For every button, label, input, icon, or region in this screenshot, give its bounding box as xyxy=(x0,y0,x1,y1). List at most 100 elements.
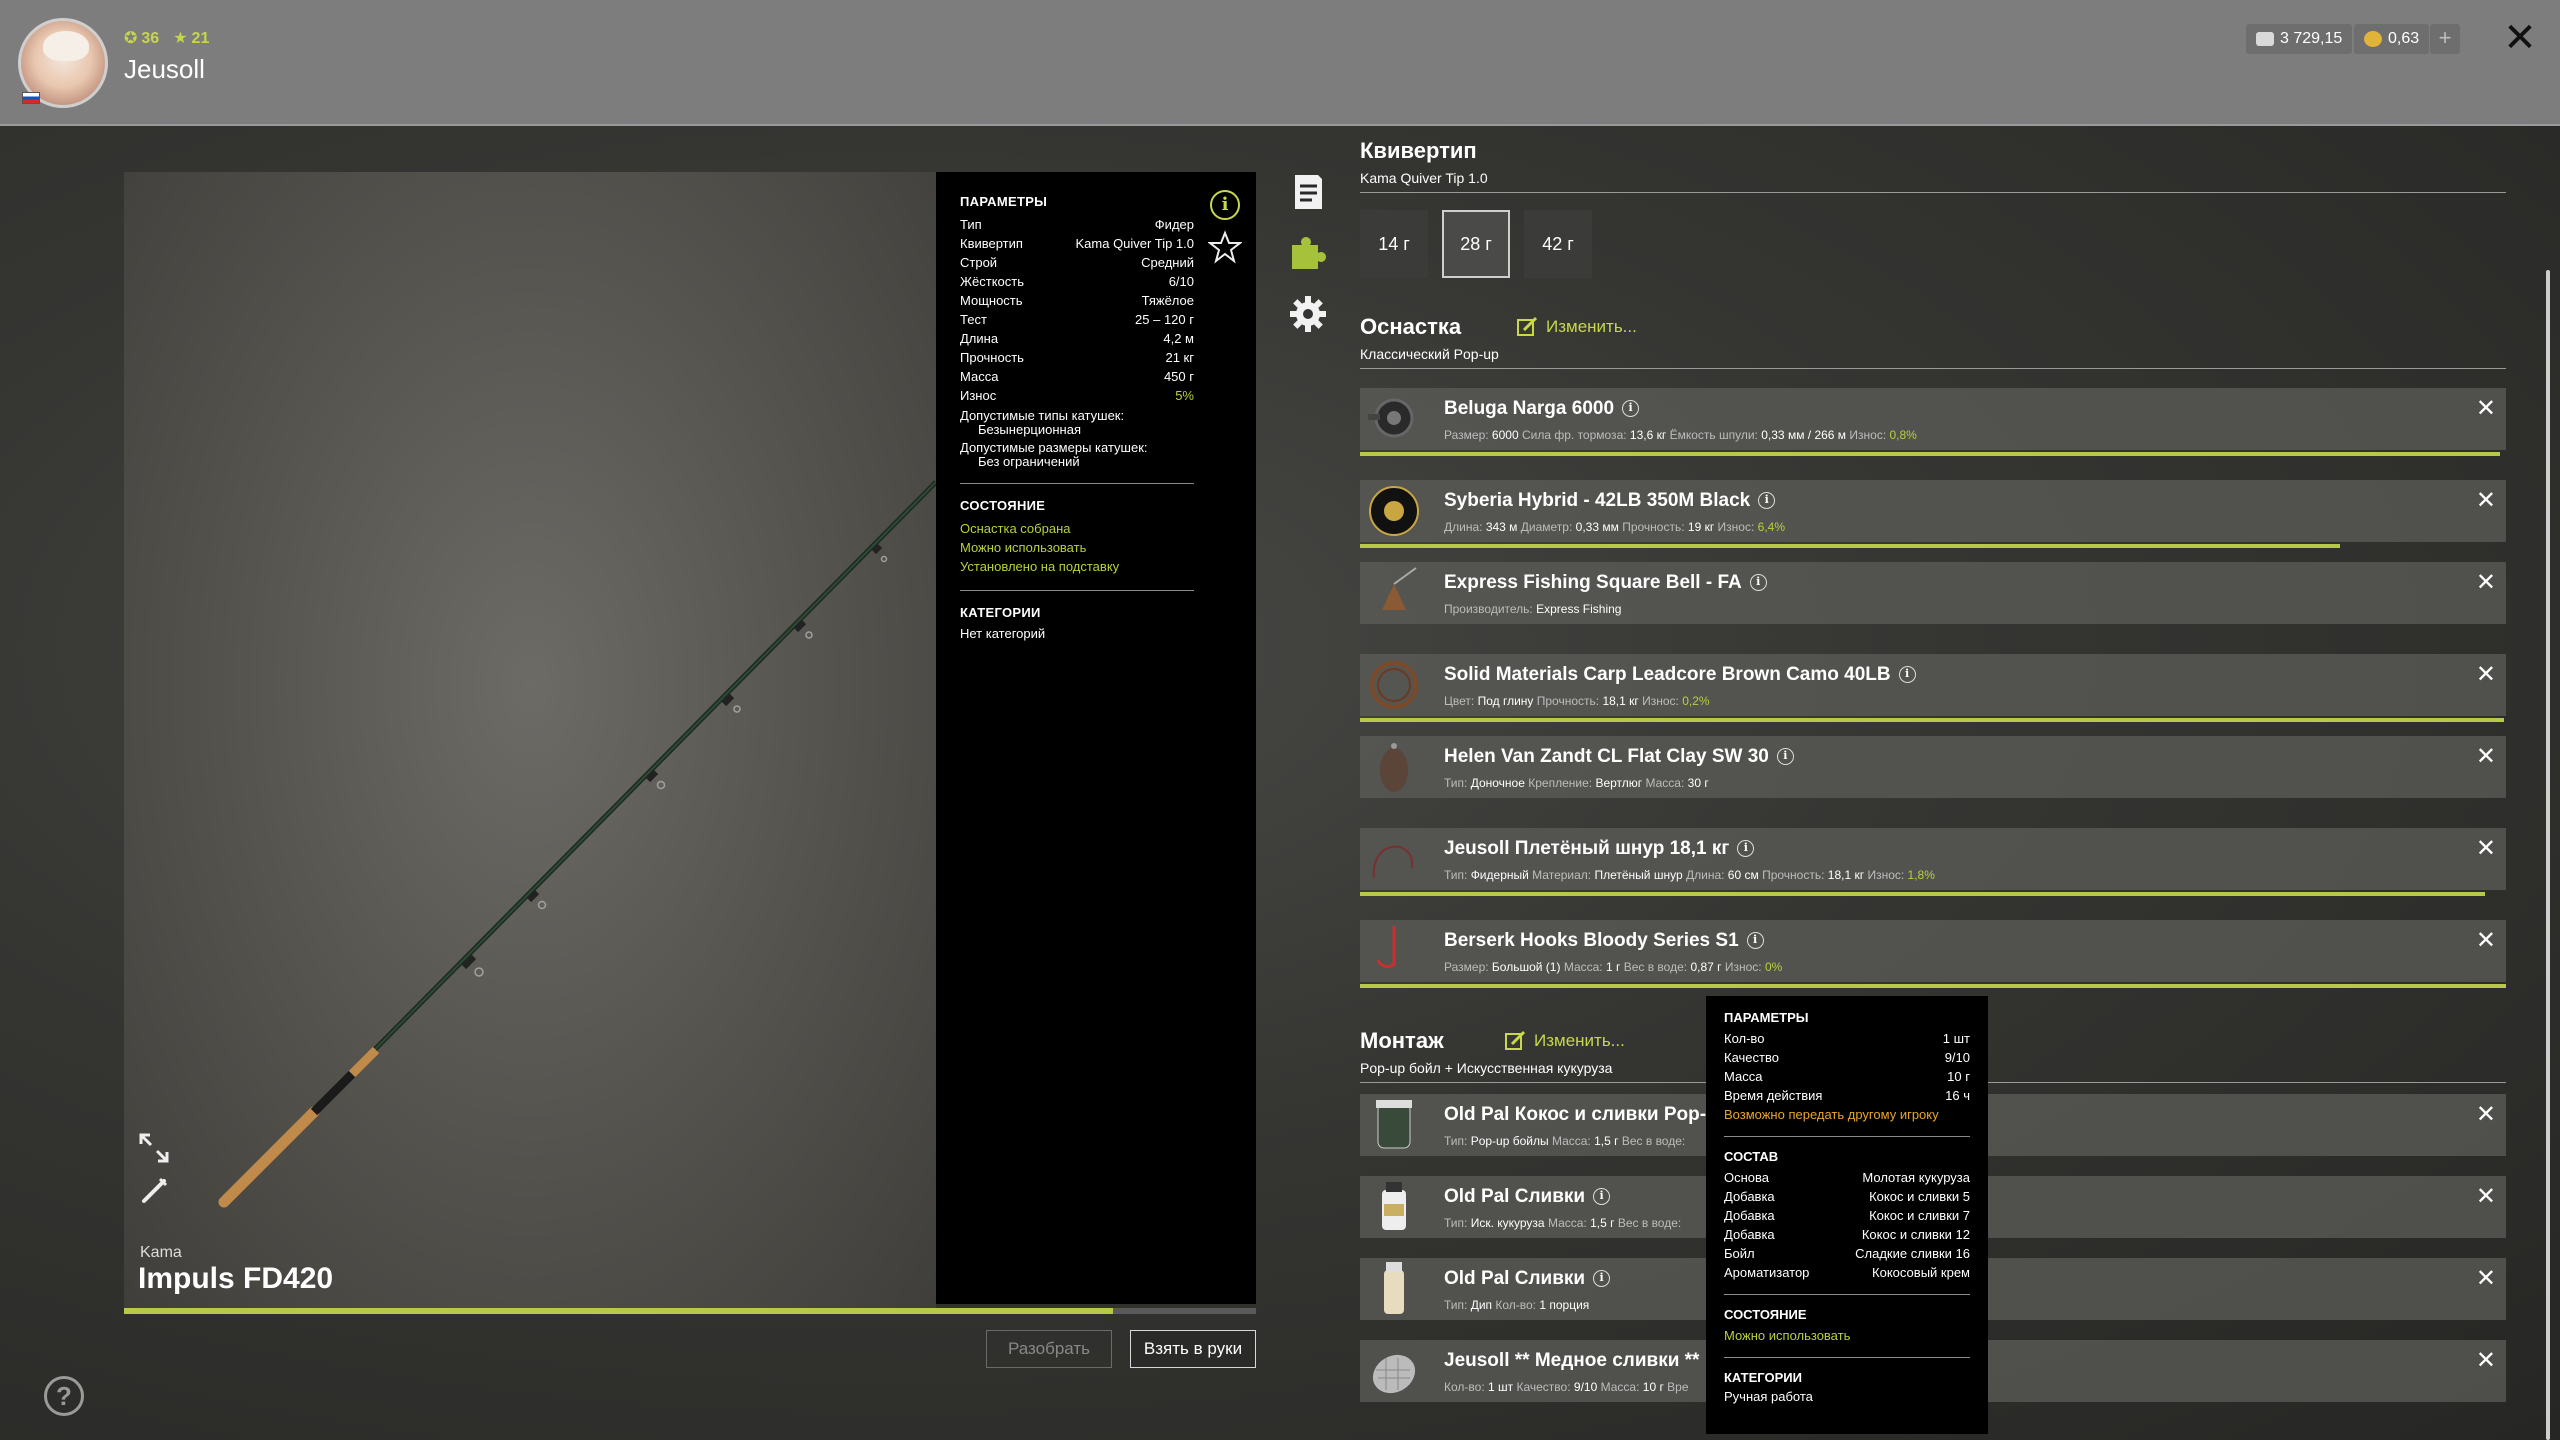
brush-icon[interactable] xyxy=(138,1174,170,1206)
montage-subtitle: Pop-up бойл + Искусственная кукуруза xyxy=(1360,1060,1613,1076)
param-row: Износ 5% xyxy=(960,386,1194,405)
info-icon[interactable]: i xyxy=(1593,1270,1611,1288)
info-icon[interactable]: i xyxy=(1749,574,1767,592)
detail-label: Износ: xyxy=(1724,960,1762,974)
info-icon[interactable]: i xyxy=(1898,666,1916,684)
item-details: Длина: 343 м Диаметр: 0,33 мм Прочность:… xyxy=(1444,520,1785,534)
detail-value: 1,5 г xyxy=(1590,1216,1615,1230)
puzzle-icon[interactable] xyxy=(1288,233,1328,273)
rod-preview[interactable] xyxy=(124,172,936,1312)
info-icon[interactable]: i xyxy=(1593,1188,1611,1206)
detail-label: Цвет: xyxy=(1444,694,1475,708)
tackle-item[interactable]: Solid Materials Carp Leadcore Brown Camo… xyxy=(1360,654,2506,722)
close-icon[interactable]: ✕ xyxy=(2476,1264,2496,1293)
info-icon[interactable]: i xyxy=(1737,840,1755,858)
info-icon[interactable]: i xyxy=(1210,190,1240,220)
detail-label: Тип: xyxy=(1444,776,1468,790)
scrollbar[interactable] xyxy=(2546,270,2550,1440)
param-key: Мощность xyxy=(960,293,1023,308)
item-name: Old Pal Сливки i xyxy=(1444,1268,1611,1290)
item-name-text: Old Pal Кокос и сливки Pop-Up xyxy=(1444,1104,1732,1125)
tooltip-row: Бойл Сладкие сливки 16 xyxy=(1724,1244,1970,1263)
edit-icon xyxy=(1517,316,1538,336)
detail-value: Дип xyxy=(1470,1298,1493,1312)
close-icon[interactable]: ✕ xyxy=(2500,18,2540,58)
tackle-item[interactable]: Syberia Hybrid - 42LB 350M Black i Длина: … xyxy=(1360,480,2506,548)
item-name-text: Express Fishing Square Bell - FA xyxy=(1444,572,1742,593)
close-icon[interactable]: ✕ xyxy=(2476,1100,2496,1129)
sinker-icon xyxy=(1360,736,1428,798)
close-icon[interactable]: ✕ xyxy=(2476,660,2496,689)
detail-value: 1 г xyxy=(1605,960,1621,974)
gear-icon[interactable] xyxy=(1288,294,1328,334)
close-icon[interactable]: ✕ xyxy=(2476,486,2496,515)
bell-icon xyxy=(1360,562,1428,624)
reel-sizes-label: Допустимые размеры катушек: xyxy=(960,440,1148,455)
quiver-option-42[interactable]: 42 г xyxy=(1524,210,1592,278)
close-icon[interactable]: ✕ xyxy=(2476,834,2496,863)
item-details: Тип: Иск. кукуруза Масса: 1,5 г Вес в во… xyxy=(1444,1216,1681,1230)
expand-icon[interactable] xyxy=(138,1132,170,1164)
quiver-option-14[interactable]: 14 г xyxy=(1360,210,1428,278)
help-icon[interactable]: ? xyxy=(44,1376,84,1416)
param-key: Жёсткость xyxy=(960,274,1024,289)
disassemble-button[interactable]: Разобрать xyxy=(986,1330,1112,1368)
detail-label: Длина: xyxy=(1444,520,1483,534)
param-key: Износ xyxy=(960,388,997,403)
gold-balance[interactable]: 0,63 xyxy=(2354,24,2430,54)
detail-value: Фидерный xyxy=(1470,868,1529,882)
montage-change-link[interactable]: Изменить... xyxy=(1504,1030,1625,1052)
state-item: Оснастка собрана xyxy=(960,521,1071,536)
info-icon[interactable]: i xyxy=(1758,492,1776,510)
notes-icon[interactable] xyxy=(1288,172,1328,212)
detail-label: Ёмкость шпули: xyxy=(1669,428,1758,442)
tooltip-key: Добавка xyxy=(1724,1227,1775,1242)
close-icon[interactable]: ✕ xyxy=(2476,394,2496,423)
player-rank: 21 xyxy=(191,30,210,47)
detail-label: Износ: xyxy=(1642,694,1679,708)
close-icon[interactable]: ✕ xyxy=(2476,1346,2496,1375)
player-stats: ✪ 36 ★ 21 xyxy=(124,28,209,48)
detail-value: 0,87 г xyxy=(1690,960,1722,974)
item-name-text: Jeusoll ** Медное сливки ** xyxy=(1444,1350,1700,1371)
silver-balance[interactable]: 3 729,15 xyxy=(2246,24,2353,54)
close-icon[interactable]: ✕ xyxy=(2476,742,2496,771)
rod-image xyxy=(218,480,936,1208)
montage-title: Монтаж xyxy=(1360,1028,1444,1053)
detail-value: 18,1 кг xyxy=(1827,868,1865,882)
close-icon[interactable]: ✕ xyxy=(2476,568,2496,597)
add-currency-button[interactable]: + xyxy=(2430,24,2460,54)
tooltip-row: Ароматизатор Кокосовый крем xyxy=(1724,1263,1970,1282)
tackle-item[interactable]: Jeusoll Плетёный шнур 18,1 кг i Тип: Фидер… xyxy=(1360,828,2506,896)
tackle-item[interactable]: Berserk Hooks Bloody Series S1 i Размер: Б… xyxy=(1360,920,2506,988)
detail-value: Вертлюг xyxy=(1595,776,1643,790)
param-row: Квивертип Kama Quiver Tip 1.0 xyxy=(960,234,1194,253)
rank-star-icon: ★ xyxy=(173,30,188,47)
param-row: Тест 25 – 120 г xyxy=(960,310,1194,329)
tackle-change-link[interactable]: Изменить... xyxy=(1516,316,1637,338)
close-icon[interactable]: ✕ xyxy=(2476,1182,2496,1211)
detail-value: 60 см xyxy=(1727,868,1759,882)
info-icon[interactable]: i xyxy=(1776,748,1794,766)
gold-coin-icon xyxy=(2364,31,2382,47)
tackle-item[interactable]: Express Fishing Square Bell - FA i Произво… xyxy=(1360,562,2506,624)
quiver-option-28[interactable]: 28 г xyxy=(1442,210,1510,278)
level-icon: ✪ xyxy=(124,30,138,47)
param-row: Прочность 21 кг xyxy=(960,348,1194,367)
tackle-item[interactable]: Beluga Narga 6000 i Размер: 6000 Сила фр. … xyxy=(1360,388,2506,456)
tooltip-key: Добавка xyxy=(1724,1189,1775,1204)
info-icon[interactable]: i xyxy=(1622,400,1640,418)
info-icon[interactable]: i xyxy=(1746,932,1764,950)
close-icon[interactable]: ✕ xyxy=(2476,926,2496,955)
state-item: Установлено на подставку xyxy=(960,559,1120,574)
montage-change-label: Изменить... xyxy=(1534,1031,1625,1050)
star-icon[interactable] xyxy=(1208,230,1242,264)
take-in-hands-button[interactable]: Взять в руки xyxy=(1130,1330,1256,1368)
tackle-item[interactable]: Helen Van Zandt CL Flat Clay SW 30 i Тип: … xyxy=(1360,736,2506,798)
item-name: Jeusoll ** Медное сливки **i xyxy=(1444,1350,1725,1372)
rod-brand: Kama xyxy=(140,1244,182,1261)
detail-label: Прочность: xyxy=(1536,694,1600,708)
item-name-text: Beluga Narga 6000 xyxy=(1444,398,1615,419)
item-details: Тип: Pop-up бойлы Масса: 1,5 г Вес в вод… xyxy=(1444,1134,1685,1148)
detail-label: Износ: xyxy=(1867,868,1905,882)
